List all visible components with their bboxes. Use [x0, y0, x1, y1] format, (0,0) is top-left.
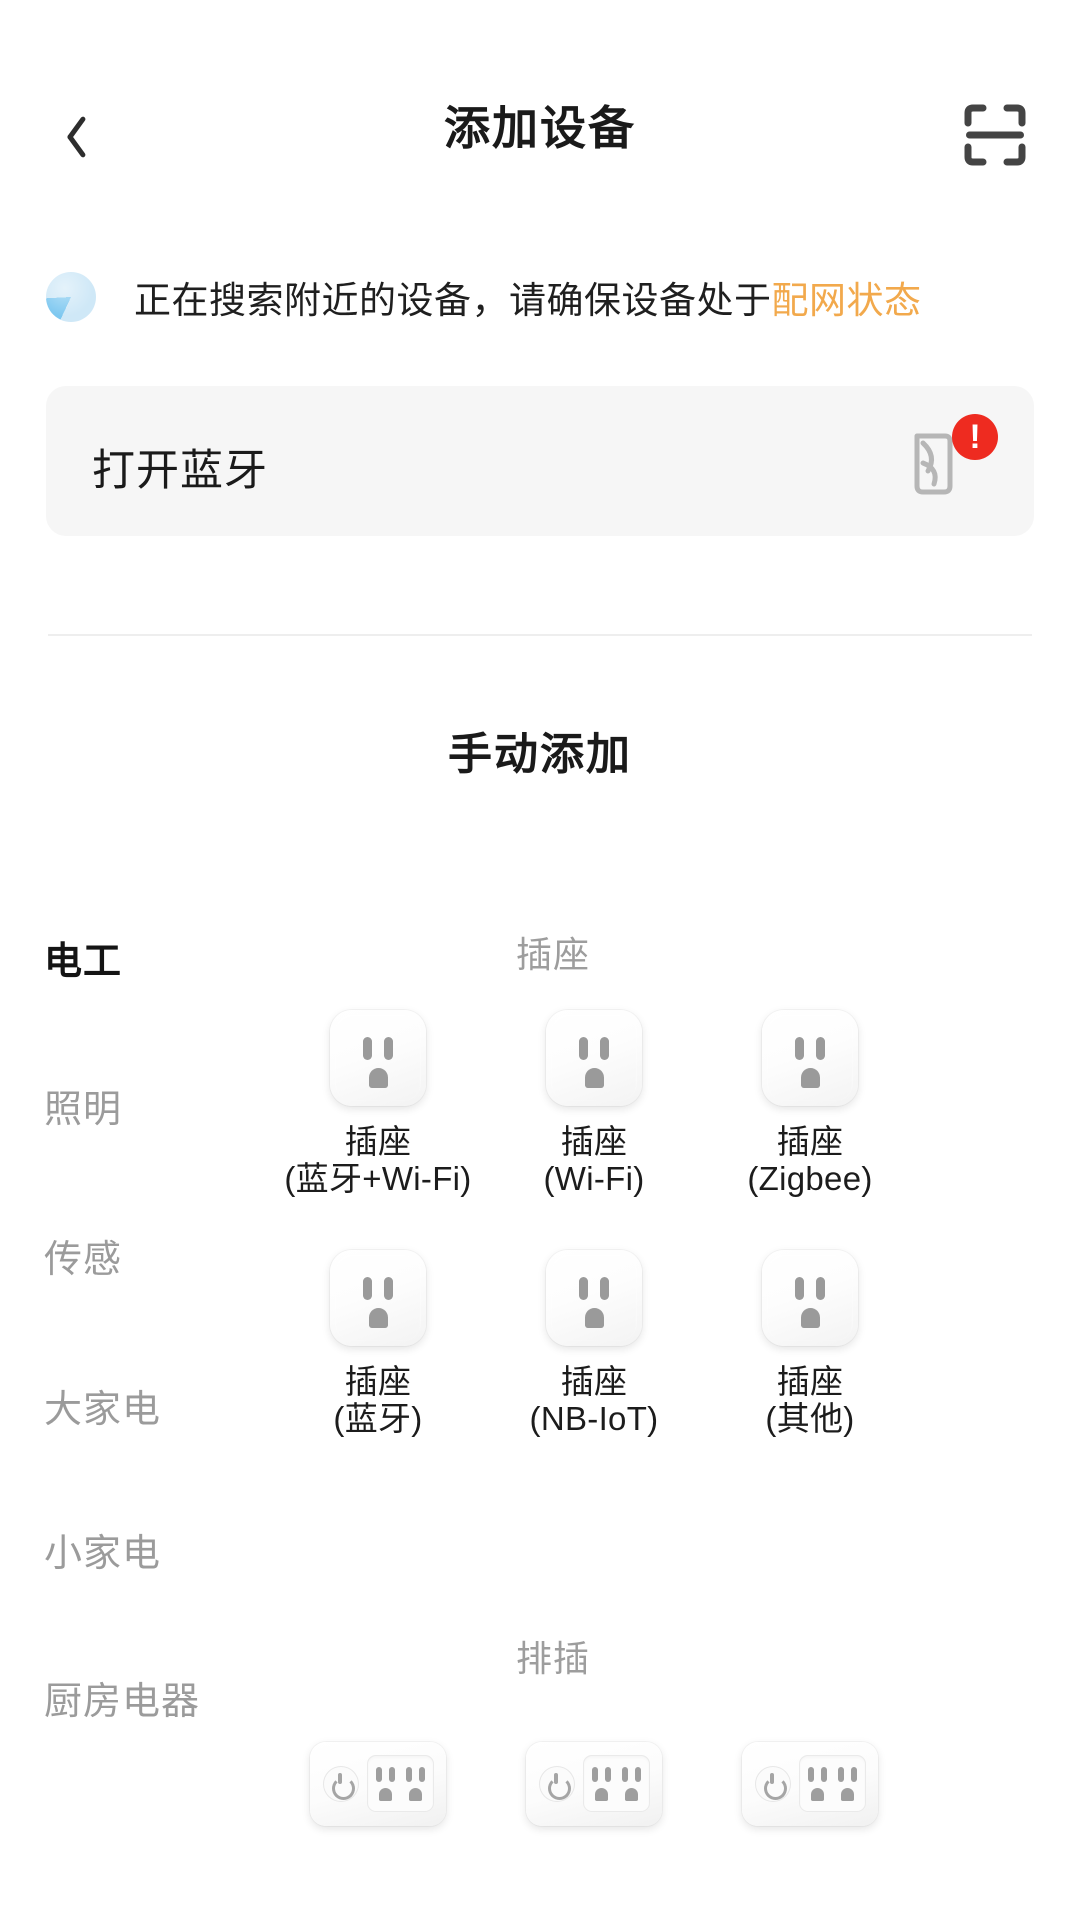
power-strip-icon: [310, 1742, 446, 1826]
socket-ground-hole: [585, 1068, 604, 1088]
socket-ground-hole: [409, 1788, 422, 1801]
socket-ground-hole: [595, 1788, 608, 1801]
device-tile-label: 插座 (Wi-Fi): [543, 1123, 645, 1197]
socket-ground-hole: [841, 1788, 854, 1801]
socket-slot-right: [384, 1037, 393, 1060]
socket-ground-hole: [369, 1308, 388, 1328]
device-catalog: 电工 照明 传感 大家电 小家电 厨房电器 插座 插座 (蓝牙+Wi-Fi) 插…: [0, 930, 1080, 1920]
sidebar-item-small-appliance[interactable]: 小家电: [44, 1522, 161, 1577]
device-tile-power-strip-1[interactable]: [270, 1742, 486, 1826]
section-label-socket: 插座: [516, 934, 591, 975]
power-strip-icon: [526, 1742, 662, 1826]
device-tile-socket-wifi[interactable]: 插座 (Wi-Fi): [486, 1010, 702, 1198]
socket-slot: [592, 1767, 598, 1782]
manual-add-title: 手动添加: [448, 730, 632, 779]
power-button-icon: [539, 1766, 575, 1802]
page-title: 添加设备: [444, 102, 636, 154]
socket-slot: [838, 1767, 844, 1782]
device-tile-label: 插座 (NB-IoT): [529, 1363, 659, 1437]
socket-ground-hole: [811, 1788, 824, 1801]
device-tile-power-strip-2[interactable]: [486, 1742, 702, 1826]
device-tile-socket-bt-wifi[interactable]: 插座 (蓝牙+Wi-Fi): [270, 1010, 486, 1198]
socket-slot: [622, 1767, 628, 1782]
socket-icon: [330, 1250, 426, 1346]
socket-slot-right: [384, 1277, 393, 1300]
scan-qr-icon: [964, 104, 1026, 166]
power-strip-panel: [367, 1755, 434, 1812]
device-tile-socket-nbiot[interactable]: 插座 (NB-IoT): [486, 1250, 702, 1438]
device-tile-label: 插座 (蓝牙+Wi-Fi): [284, 1123, 472, 1197]
app-header: 添加设备: [0, 0, 1080, 215]
socket-slot: [376, 1767, 382, 1782]
socket-slot: [808, 1767, 814, 1782]
searching-status-accent: 配网状态: [771, 280, 922, 321]
socket-slot: [635, 1767, 641, 1782]
socket-ground-hole: [625, 1788, 638, 1801]
socket-slot: [821, 1767, 827, 1782]
sidebar-item-large-appliance[interactable]: 大家电: [44, 1378, 161, 1433]
sidebar-item-kitchen-appliance[interactable]: 厨房电器: [44, 1670, 200, 1725]
open-bluetooth-card[interactable]: 打开蓝牙 !: [46, 386, 1034, 536]
socket-slot-left: [363, 1037, 372, 1060]
socket-slot-right: [816, 1037, 825, 1060]
socket-slot-left: [363, 1277, 372, 1300]
sidebar-item-electrician[interactable]: 电工: [44, 930, 122, 985]
socket-icon: [762, 1250, 858, 1346]
socket-slot: [406, 1767, 412, 1782]
bluetooth-alert-badge: !: [952, 414, 998, 460]
searching-status-main: 正在搜索附近的设备，请确保设备处于: [134, 280, 772, 321]
add-device-screen: 添加设备 正在搜索附近的设备，请确保设备处于配网状态 打开蓝牙 ! 手动添加 电…: [0, 0, 1080, 1920]
socket-ground-hole: [801, 1308, 820, 1328]
scan-qr-button[interactable]: [950, 90, 1040, 180]
socket-slot: [851, 1767, 857, 1782]
socket-slot: [389, 1767, 395, 1782]
socket-ground-hole: [801, 1068, 820, 1088]
power-button-icon: [323, 1766, 359, 1802]
socket-ground-hole: [369, 1068, 388, 1088]
open-bluetooth-label: 打开蓝牙: [92, 447, 268, 495]
section-divider: [48, 634, 1032, 636]
device-tile-power-strip-3[interactable]: [702, 1742, 918, 1826]
power-strip-panel: [583, 1755, 650, 1812]
socket-ground-hole: [585, 1308, 604, 1328]
socket-slot-right: [600, 1037, 609, 1060]
socket-ground-hole: [379, 1788, 392, 1801]
socket-slot: [605, 1767, 611, 1782]
socket-slot-left: [579, 1277, 588, 1300]
device-tile-socket-bluetooth[interactable]: 插座 (蓝牙): [270, 1250, 486, 1438]
socket-slot-left: [795, 1037, 804, 1060]
socket-slot: [419, 1767, 425, 1782]
device-grid: 插座 插座 (蓝牙+Wi-Fi) 插座 (Wi-Fi) 插座 (Zigbee) …: [270, 930, 1080, 1920]
socket-slot-left: [795, 1277, 804, 1300]
searching-status-text: 正在搜索附近的设备，请确保设备处于配网状态: [134, 270, 922, 324]
socket-slot-right: [816, 1277, 825, 1300]
loading-spinner-icon: [46, 272, 96, 322]
section-label-power-strip: 排插: [516, 1638, 591, 1679]
sidebar-item-sensor[interactable]: 传感: [44, 1228, 122, 1283]
power-strip-icon: [742, 1742, 878, 1826]
socket-slot-left: [579, 1037, 588, 1060]
device-tile-label: 插座 (蓝牙): [333, 1363, 423, 1437]
socket-icon: [330, 1010, 426, 1106]
device-tile-label: 插座 (其他): [765, 1363, 855, 1437]
device-tile-label: 插座 (Zigbee): [747, 1123, 873, 1197]
socket-icon: [546, 1010, 642, 1106]
sidebar-item-lighting[interactable]: 照明: [44, 1078, 122, 1133]
power-button-icon: [755, 1766, 791, 1802]
category-sidebar: 电工 照明 传感 大家电 小家电 厨房电器: [0, 930, 270, 1920]
searching-status-row: 正在搜索附近的设备，请确保设备处于配网状态: [46, 262, 1036, 332]
socket-icon: [762, 1010, 858, 1106]
device-tile-socket-other[interactable]: 插座 (其他): [702, 1250, 918, 1438]
device-tile-socket-zigbee[interactable]: 插座 (Zigbee): [702, 1010, 918, 1198]
socket-slot-right: [600, 1277, 609, 1300]
socket-icon: [546, 1250, 642, 1346]
power-strip-panel: [799, 1755, 866, 1812]
